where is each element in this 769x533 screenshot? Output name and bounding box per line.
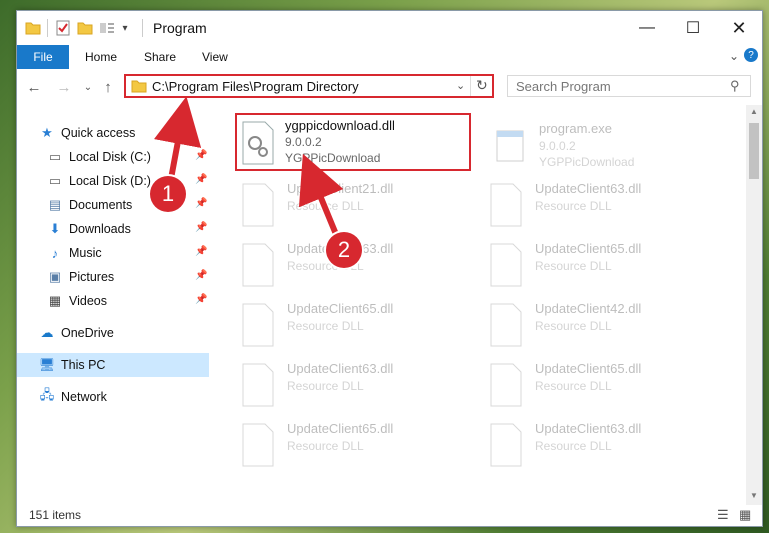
callout-badge-2: 2	[326, 232, 362, 268]
annotation-arrows	[153, 96, 345, 246]
callout-badge-1: 1	[150, 176, 186, 212]
